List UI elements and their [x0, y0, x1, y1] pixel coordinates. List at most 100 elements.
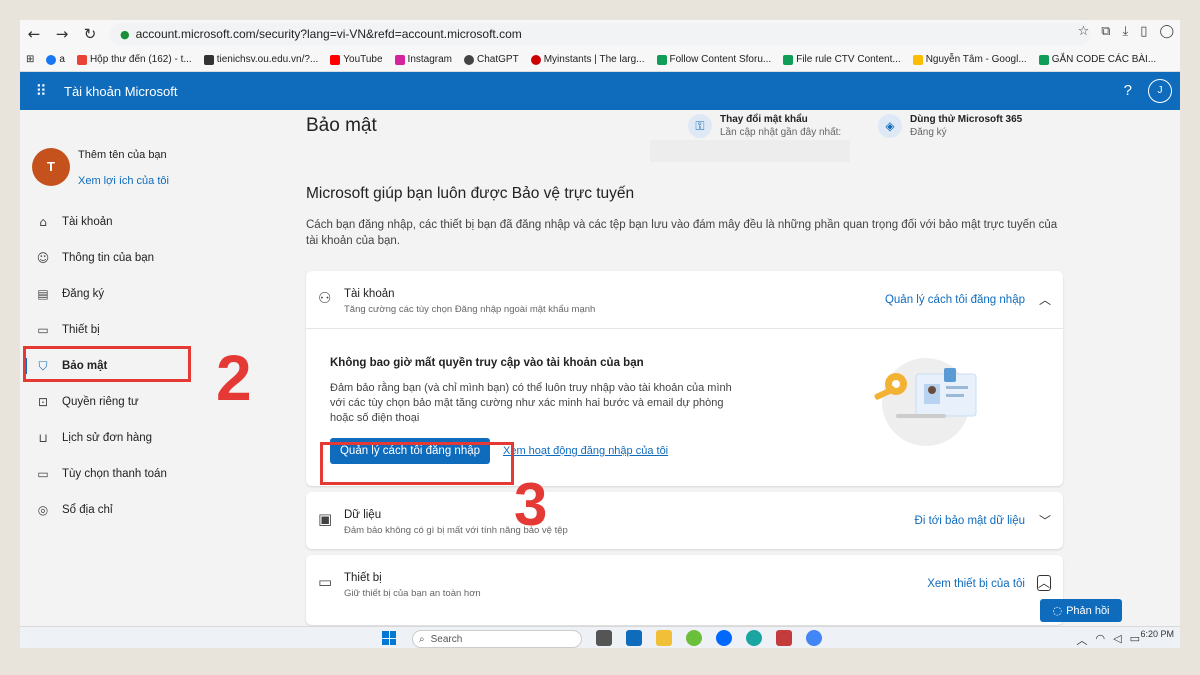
folder-icon: ▣ [318, 510, 333, 528]
app-icon[interactable] [686, 630, 702, 646]
reload-icon[interactable]: ↻ [76, 25, 104, 43]
sidebar-item-your-info[interactable]: ☺ Thông tin của bạn [20, 240, 200, 276]
step-number-2: 2 [216, 342, 252, 414]
help-icon[interactable]: ? [1124, 82, 1132, 99]
data-security-link[interactable]: Đi tới bảo mật dữ liệu [915, 515, 1025, 527]
feedback-button[interactable]: ◌ Phản hồi [1040, 599, 1122, 622]
change-password-action[interactable]: ⚿ Thay đổi mật khẩu Lần cập nhật gần đây … [688, 114, 841, 138]
search-icon: ⌕ [419, 633, 425, 645]
home-icon: ⌂ [39, 215, 47, 229]
security-illustration [874, 358, 977, 446]
bookmark-item[interactable]: Myinstants | The larg... [530, 54, 645, 65]
section-description: Cách bạn đăng nhập, các thiết bị bạn đã … [306, 219, 1058, 247]
sidebar-item-account[interactable]: ⌂ Tài khoản [20, 204, 200, 240]
app-launcher-icon[interactable]: ⠿ [26, 82, 56, 100]
page-title: Bảo mật [306, 115, 377, 136]
app-title[interactable]: Tài khoản Microsoft [64, 84, 177, 99]
account-card-header[interactable]: ⚇ Tài khoản Tăng cường các tùy chọn Đăng… [306, 271, 1063, 328]
m365-icon: ◈ [878, 114, 902, 138]
apps-icon[interactable]: ⊞ [26, 54, 34, 65]
sidebar-item-privacy[interactable]: ⊡ Quyền riêng tư [20, 384, 200, 420]
bookmark-item[interactable]: a [46, 54, 65, 65]
person-key-icon: ⚇ [318, 289, 332, 307]
bookmark-item[interactable]: Instagram [394, 54, 452, 65]
wifi-icon[interactable]: ◠ [1096, 632, 1106, 648]
sidebar-item-address-book[interactable]: ◎ Sổ địa chỉ [20, 492, 200, 528]
windows-start-icon[interactable] [382, 631, 396, 645]
data-card-header[interactable]: ▣ Dữ liệu Đảm bảo không có gì bị mất với… [306, 492, 1063, 549]
lock-icon: ⊡ [37, 395, 49, 409]
avatar[interactable]: J [1148, 79, 1172, 103]
sidebar-toggle-icon[interactable]: ▯ [1140, 24, 1147, 39]
bookmark-item[interactable]: Hộp thư đến (162) - t... [76, 54, 192, 65]
sidebar-item-devices[interactable]: ▭ Thiết bị [20, 312, 200, 348]
profile-block: T Thêm tên của bạn Xem lợi ích của tôi [32, 148, 169, 187]
try-m365-action[interactable]: ◈ Dùng thử Microsoft 365 Đăng ký [878, 114, 1022, 138]
clock[interactable]: 6:20 PM [1140, 629, 1174, 639]
chevron-up-icon[interactable]: ︿ [1077, 632, 1088, 648]
taskbar-search[interactable]: ⌕ Search [412, 630, 582, 648]
profile-avatar[interactable]: T [32, 148, 70, 186]
key-icon: ⚿ [688, 114, 712, 138]
download-icon[interactable]: ⤓ [1123, 24, 1129, 39]
app-grid-icon[interactable] [776, 630, 792, 646]
highlight-box-security [23, 346, 191, 382]
redacted-area [650, 140, 850, 162]
manage-signin-link[interactable]: Quản lý cách tôi đăng nhập [885, 294, 1025, 306]
sidebar-item-order-history[interactable]: ⊔ Lịch sử đơn hàng [20, 420, 200, 456]
chevron-down-icon[interactable]: ﹀ [1039, 512, 1051, 529]
battery-icon[interactable]: ▭ [1130, 632, 1140, 648]
profile-name[interactable]: Thêm tên của bạn [78, 149, 169, 161]
chrome-icon[interactable] [806, 630, 822, 646]
card-title: Thiết bị [344, 572, 382, 584]
chevron-up-icon[interactable]: ︿ [1037, 575, 1051, 591]
devices-icon: ▭ [318, 573, 333, 591]
back-icon[interactable]: ← [20, 25, 48, 43]
card-title: Tài khoản [344, 288, 395, 300]
task-view-icon[interactable] [596, 630, 612, 646]
site-info-icon[interactable]: ● [120, 28, 130, 41]
bookmark-item[interactable]: File rule CTV Content... [783, 54, 901, 65]
url-text: account.microsoft.com/security?lang=vi-V… [135, 27, 522, 41]
star-icon[interactable]: ☆ [1078, 24, 1090, 39]
account-icon[interactable]: ◯ [1159, 24, 1174, 39]
subscription-icon: ▤ [37, 287, 49, 301]
view-benefits-link[interactable]: Xem lợi ích của tôi [78, 175, 169, 187]
file-explorer-icon[interactable] [656, 630, 672, 646]
monitor-icon: ▭ [37, 323, 49, 337]
device-card: ▭ Thiết bị Giữ thiết bị của bạn an toàn … [306, 555, 1063, 625]
taskbar: ⌕ Search ︿ ◠ ◁ ▭ 6:20 PM [20, 626, 1180, 648]
view-signin-activity-link[interactable]: Xem hoạt động đăng nhập của tôi [503, 445, 668, 457]
card-subtitle: Tăng cường các tùy chọn Đăng nhập ngoài … [344, 304, 596, 315]
address-bar[interactable]: ● account.microsoft.com/security?lang=vi… [110, 23, 1090, 45]
extension-icon[interactable]: ⧉ [1101, 24, 1110, 39]
chat-icon: ◌ [1052, 604, 1063, 617]
bookmark-item[interactable]: Follow Content Sforu... [656, 54, 771, 65]
bookmark-item[interactable]: ChatGPT [464, 54, 519, 65]
bookmark-item[interactable]: GẮN CODE CÁC BÀI... [1038, 54, 1156, 65]
bookmarks-bar: ⊞ a Hộp thư đến (162) - t... tienichsv.o… [20, 48, 1180, 72]
screen: ← → ↻ ● account.microsoft.com/security?l… [20, 20, 1180, 648]
section-headline: Microsoft giúp bạn luôn được Bảo vệ trực… [306, 185, 635, 202]
data-card: ▣ Dữ liệu Đảm bảo không có gì bị mất với… [306, 492, 1063, 549]
body-title: Không bao giờ mất quyền truy cập vào tài… [330, 357, 644, 369]
highlight-box-manage-button [320, 442, 514, 485]
cart-icon: ⊔ [38, 431, 48, 445]
store-icon[interactable] [626, 630, 642, 646]
sidebar-item-subscriptions[interactable]: ▤ Đăng ký [20, 276, 200, 312]
sidebar-item-payment[interactable]: ▭ Tùy chọn thanh toán [20, 456, 200, 492]
bookmark-item[interactable]: Nguyễn Tâm - Googl... [912, 54, 1027, 65]
forward-icon[interactable]: → [48, 25, 76, 43]
volume-icon[interactable]: ◁ [1113, 632, 1121, 648]
view-devices-link[interactable]: Xem thiết bị của tôi [927, 578, 1025, 590]
bookmark-item[interactable]: YouTube [330, 54, 383, 65]
edge-icon[interactable] [746, 630, 762, 646]
device-card-header[interactable]: ▭ Thiết bị Giữ thiết bị của bạn an toàn … [306, 555, 1063, 612]
app-header: ⠿ Tài khoản Microsoft ? J [20, 72, 1180, 110]
location-icon: ◎ [37, 503, 49, 517]
body-text: Đảm bảo rằng bạn (và chỉ mình bạn) có th… [330, 382, 732, 424]
chevron-up-icon[interactable]: ︿ [1039, 291, 1051, 308]
card-subtitle: Giữ thiết bị của bạn an toàn hơn [344, 588, 481, 599]
bookmark-item[interactable]: tienichsv.ou.edu.vn/?... [203, 54, 318, 65]
zalo-icon[interactable] [716, 630, 732, 646]
